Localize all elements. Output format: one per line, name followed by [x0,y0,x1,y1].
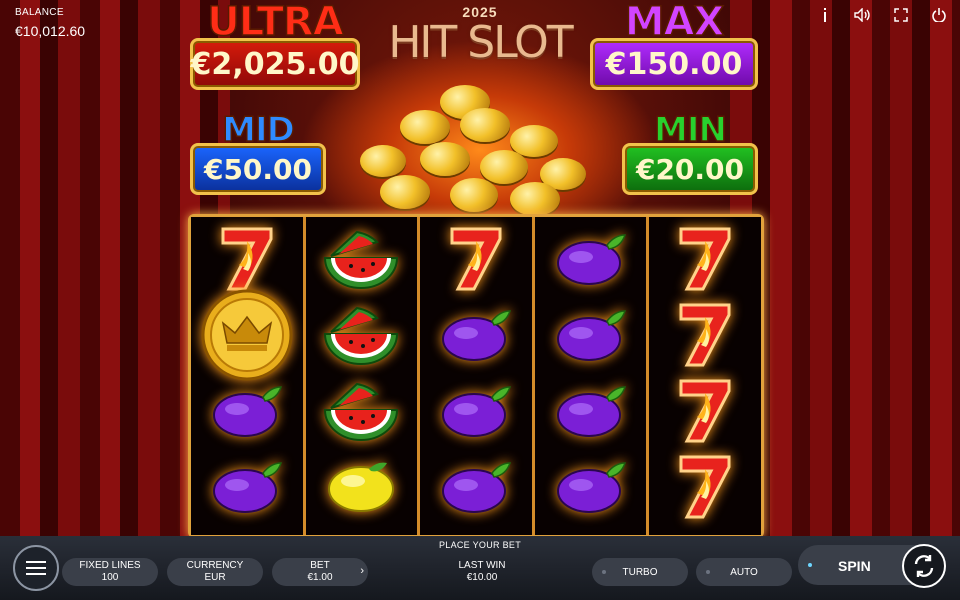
plum-symbol [434,451,518,523]
currency-value: EUR [204,572,226,583]
currency-label: CURRENCY [186,560,244,571]
auto-toggle[interactable]: AUTO [696,558,792,586]
seven-symbol [205,223,289,295]
turbo-label: TURBO [622,566,658,578]
fullscreen-icon[interactable] [892,6,910,24]
right-curtain [730,0,960,560]
last-win-label: LAST WIN [458,560,506,571]
fixed-lines-label: FIXED LINES [79,560,141,571]
balance-label: BALANCE [15,7,64,18]
jackpot-max: MAX €150.00 [590,0,758,90]
top-toolbar [816,6,948,24]
logo-name: HIT SLOT [388,17,573,68]
seven-symbol [663,299,747,371]
jackpot-min-title: MIN [653,110,727,150]
jackpot-min: MIN €20.00 [622,110,758,195]
fixed-lines-value: 100 [101,572,119,583]
reel [191,217,306,535]
seven-symbol [663,223,747,295]
info-icon[interactable] [816,6,834,24]
spin-arrows-icon[interactable] [902,544,946,588]
jackpot-ultra: ULTRA €2,025.00 [190,0,360,90]
plum-symbol [549,375,633,447]
watermelon-symbol [319,375,403,447]
auto-indicator [706,570,710,574]
spin-button[interactable]: SPIN [798,544,946,588]
turbo-indicator [602,570,606,574]
seven-symbol [663,451,747,523]
last-win-value: €10.00 [466,572,498,583]
balance-display: BALANCE €10,012.60 [15,7,85,39]
coin-symbol [197,289,297,381]
sound-icon[interactable] [854,6,872,24]
spin-indicator [808,563,812,567]
watermelon-symbol [319,299,403,371]
menu-button[interactable] [13,545,59,591]
last-win-display: LAST WIN €10.00 [440,560,524,584]
plum-symbol [205,375,289,447]
jackpot-ultra-amount: €2,025.00 [190,38,360,90]
auto-label: AUTO [730,566,758,578]
plum-symbol [549,223,633,295]
plum-symbol [434,375,518,447]
plum-symbol [549,299,633,371]
plum-symbol [205,451,289,523]
currency-selector[interactable]: CURRENCY EUR [167,558,263,586]
fixed-lines-display: FIXED LINES 100 [62,558,158,586]
jackpot-mid-title: MID [221,110,295,150]
power-icon[interactable] [930,6,948,24]
bet-label: BET [310,560,330,571]
reel [305,217,421,535]
reel [649,217,761,535]
hamburger-icon [26,561,46,563]
jackpot-mid-amount: €50.00 [190,143,326,195]
balance-value: €10,012.60 [15,23,86,39]
jackpot-ultra-title: ULTRA [207,0,345,45]
bet-value: €1.00 [307,572,333,583]
plum-symbol [434,299,518,371]
seven-symbol [663,375,747,447]
game-logo: 2025 HIT SLOT [380,4,580,66]
spin-label: SPIN [838,558,871,574]
plum-symbol [549,451,633,523]
chevron-right-icon: › [360,565,364,577]
bet-selector[interactable]: BET €1.00 › [272,558,368,586]
jackpot-mid: MID €50.00 [190,110,326,195]
reel-grid [188,214,764,538]
reel [420,217,535,535]
watermelon-symbol [319,223,403,295]
reel [534,217,650,535]
turbo-toggle[interactable]: TURBO [592,558,688,586]
jackpot-min-amount: €20.00 [622,143,758,195]
seven-symbol [434,223,518,295]
jackpot-max-title: MAX [624,0,725,45]
lemon-symbol [319,451,403,523]
coin-pile [340,80,620,220]
